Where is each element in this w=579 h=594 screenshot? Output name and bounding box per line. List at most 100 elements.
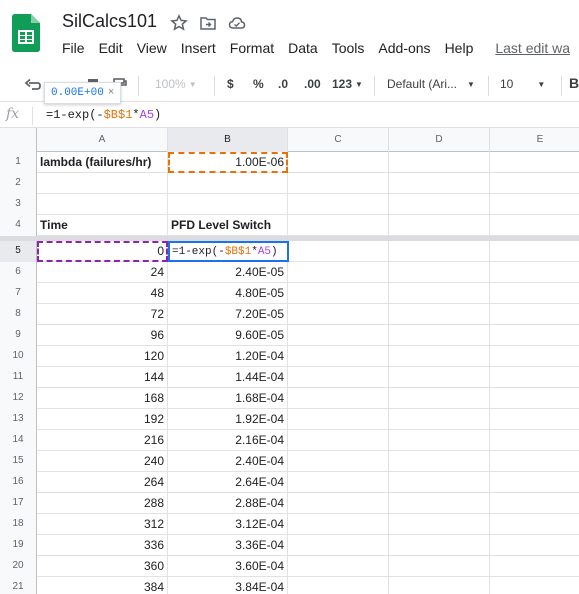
cell-b15[interactable]: 2.40E-04 xyxy=(168,451,288,472)
cell-b10[interactable]: 1.20E-04 xyxy=(168,346,288,367)
cell-c15[interactable] xyxy=(288,451,389,472)
row-header[interactable]: 20 xyxy=(0,556,37,577)
cell-d18[interactable] xyxy=(389,514,490,535)
cell-b19[interactable]: 3.36E-04 xyxy=(168,535,288,556)
bold-button[interactable]: B xyxy=(569,75,579,91)
cell-b3[interactable] xyxy=(168,194,288,215)
menu-add-ons[interactable]: Add-ons xyxy=(378,40,430,56)
cell-e19[interactable] xyxy=(490,535,579,556)
cell-e20[interactable] xyxy=(490,556,579,577)
cell-e14[interactable] xyxy=(490,430,579,451)
cloud-saved-icon[interactable] xyxy=(228,14,246,32)
column-header-b[interactable]: B xyxy=(168,128,288,152)
row-header[interactable]: 13 xyxy=(0,409,37,430)
sheets-logo-icon[interactable] xyxy=(12,14,40,52)
cell-c1[interactable] xyxy=(288,152,389,173)
close-icon[interactable]: × xyxy=(108,86,114,98)
cell-b1[interactable]: 1.00E-06 xyxy=(168,152,288,173)
row-header[interactable]: 5 xyxy=(0,241,37,262)
more-formats-button[interactable]: 123 ▼ xyxy=(332,77,363,91)
formula-input[interactable]: =1-exp(-$B$1*A5) xyxy=(46,108,161,122)
cell-c4[interactable] xyxy=(288,215,389,236)
cell-e21[interactable] xyxy=(490,577,579,594)
row-header[interactable]: 14 xyxy=(0,430,37,451)
cell-a12[interactable]: 168 xyxy=(37,388,168,409)
row-header[interactable]: 2 xyxy=(0,173,37,194)
format-percent-button[interactable]: % xyxy=(253,77,264,91)
cell-a2[interactable] xyxy=(37,173,168,194)
cell-d9[interactable] xyxy=(389,325,490,346)
font-size-select[interactable]: 10 ▼ xyxy=(500,77,545,91)
cell-a21[interactable]: 384 xyxy=(37,577,168,594)
cell-c6[interactable] xyxy=(288,262,389,283)
cell-c21[interactable] xyxy=(288,577,389,594)
cell-e16[interactable] xyxy=(490,472,579,493)
cell-a16[interactable]: 264 xyxy=(37,472,168,493)
menu-insert[interactable]: Insert xyxy=(181,40,216,56)
cell-c3[interactable] xyxy=(288,194,389,215)
row-header[interactable]: 7 xyxy=(0,283,37,304)
cell-b14[interactable]: 2.16E-04 xyxy=(168,430,288,451)
cell-d8[interactable] xyxy=(389,304,490,325)
cell-d15[interactable] xyxy=(389,451,490,472)
menu-file[interactable]: File xyxy=(62,40,85,56)
cell-b12[interactable]: 1.68E-04 xyxy=(168,388,288,409)
column-header-a[interactable]: A xyxy=(37,128,168,152)
cell-c5[interactable] xyxy=(288,241,389,262)
cell-e2[interactable] xyxy=(490,173,579,194)
last-edit-link[interactable]: Last edit wa xyxy=(495,40,570,56)
cell-d3[interactable] xyxy=(389,194,490,215)
cell-c19[interactable] xyxy=(288,535,389,556)
cell-b9[interactable]: 9.60E-05 xyxy=(168,325,288,346)
document-title[interactable]: SilCalcs101 xyxy=(62,11,157,32)
cell-a14[interactable]: 216 xyxy=(37,430,168,451)
cell-d16[interactable] xyxy=(389,472,490,493)
move-to-folder-icon[interactable] xyxy=(199,14,217,32)
cell-c8[interactable] xyxy=(288,304,389,325)
row-header[interactable]: 19 xyxy=(0,535,37,556)
row-header[interactable]: 6 xyxy=(0,262,37,283)
cell-b6[interactable]: 2.40E-05 xyxy=(168,262,288,283)
cell-e11[interactable] xyxy=(490,367,579,388)
cell-e8[interactable] xyxy=(490,304,579,325)
cell-a3[interactable] xyxy=(37,194,168,215)
cell-a9[interactable]: 96 xyxy=(37,325,168,346)
format-currency-button[interactable]: $ xyxy=(227,77,234,91)
cell-editor-b5[interactable]: =1-exp(-$B$1*A5) xyxy=(168,241,289,262)
font-family-select[interactable]: Default (Ari... ▼ xyxy=(387,77,475,91)
increase-decimal-button[interactable]: .00 xyxy=(304,77,321,91)
cell-c16[interactable] xyxy=(288,472,389,493)
star-icon[interactable] xyxy=(170,14,188,32)
cell-b17[interactable]: 2.88E-04 xyxy=(168,493,288,514)
cell-c14[interactable] xyxy=(288,430,389,451)
row-header[interactable]: 17 xyxy=(0,493,37,514)
cell-d5[interactable] xyxy=(389,241,490,262)
cell-b7[interactable]: 4.80E-05 xyxy=(168,283,288,304)
cell-c7[interactable] xyxy=(288,283,389,304)
cell-a8[interactable]: 72 xyxy=(37,304,168,325)
cell-e9[interactable] xyxy=(490,325,579,346)
cell-a6[interactable]: 24 xyxy=(37,262,168,283)
cell-d4[interactable] xyxy=(389,215,490,236)
cell-d19[interactable] xyxy=(389,535,490,556)
row-header[interactable]: 18 xyxy=(0,514,37,535)
cell-e6[interactable] xyxy=(490,262,579,283)
cell-a17[interactable]: 288 xyxy=(37,493,168,514)
cell-b18[interactable]: 3.12E-04 xyxy=(168,514,288,535)
cell-c9[interactable] xyxy=(288,325,389,346)
cell-e10[interactable] xyxy=(490,346,579,367)
cell-b11[interactable]: 1.44E-04 xyxy=(168,367,288,388)
cell-c11[interactable] xyxy=(288,367,389,388)
cell-d20[interactable] xyxy=(389,556,490,577)
row-header[interactable]: 12 xyxy=(0,388,37,409)
cell-d11[interactable] xyxy=(389,367,490,388)
cell-c10[interactable] xyxy=(288,346,389,367)
cell-e5[interactable] xyxy=(490,241,579,262)
cell-a20[interactable]: 360 xyxy=(37,556,168,577)
cell-a11[interactable]: 144 xyxy=(37,367,168,388)
cell-d2[interactable] xyxy=(389,173,490,194)
cell-e15[interactable] xyxy=(490,451,579,472)
cell-a7[interactable]: 48 xyxy=(37,283,168,304)
undo-icon[interactable] xyxy=(24,78,42,94)
menu-format[interactable]: Format xyxy=(230,40,274,56)
